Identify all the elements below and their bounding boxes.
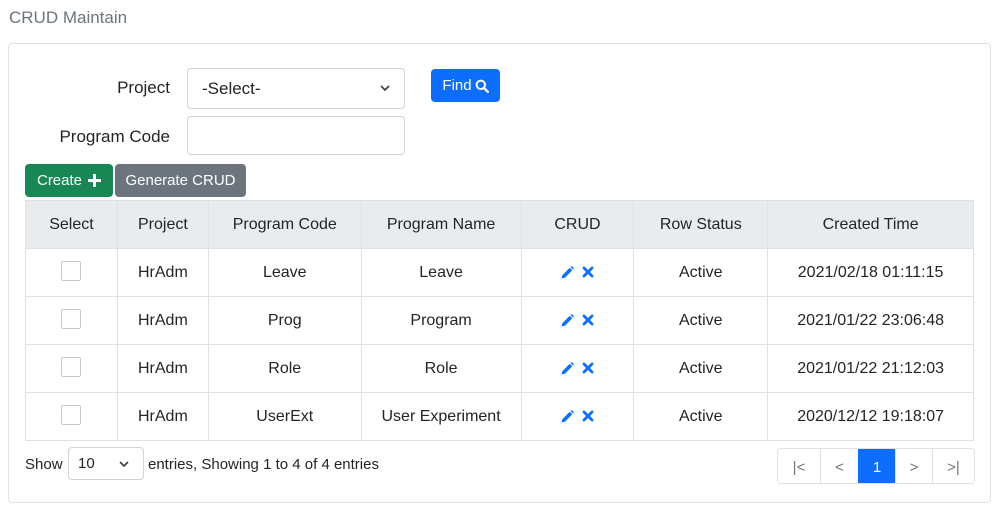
program-code-cell: Role — [207, 344, 362, 393]
crud-card: Project -Select- Find Program Code Creat… — [8, 43, 991, 503]
row-checkbox[interactable] — [61, 404, 82, 425]
row-checkbox[interactable] — [61, 308, 82, 329]
crud-actions-cell — [520, 248, 635, 297]
program-code-input[interactable] — [187, 116, 405, 155]
column-header-program-name[interactable]: Program Name — [360, 200, 522, 249]
prev-page-button[interactable]: < — [820, 449, 858, 483]
column-header-crud[interactable]: CRUD — [520, 200, 635, 249]
generate-crud-button[interactable]: Generate CRUD — [115, 164, 246, 197]
project-cell: HrAdm — [116, 248, 209, 297]
pagination: |< < 1 > >| — [777, 448, 975, 484]
column-header-project[interactable]: Project — [116, 200, 209, 249]
project-cell: HrAdm — [116, 296, 209, 345]
next-page-button[interactable]: > — [895, 449, 932, 483]
find-button-label: Find — [442, 77, 472, 94]
table-row: HrAdm UserExt User Experiment Active 202… — [25, 392, 974, 441]
column-header-created-time[interactable]: Created Time — [767, 200, 974, 249]
crud-table: Select Project Program Code Program Name… — [25, 200, 974, 441]
row-checkbox[interactable] — [61, 356, 82, 377]
find-button[interactable]: Find — [431, 69, 500, 102]
project-cell: HrAdm — [116, 392, 209, 441]
row-checkbox[interactable] — [61, 260, 82, 281]
entries-info: entries, Showing 1 to 4 of 4 entries — [148, 456, 379, 473]
generate-crud-button-label: Generate CRUD — [125, 172, 236, 189]
created-time-cell: 2020/12/12 19:18:07 — [767, 392, 974, 441]
pencil-icon[interactable] — [561, 313, 574, 327]
column-header-program-code[interactable]: Program Code — [207, 200, 362, 249]
close-icon[interactable] — [582, 362, 594, 374]
row-status-cell: Active — [633, 344, 769, 393]
project-select[interactable]: -Select- — [187, 68, 405, 109]
select-cell — [25, 248, 118, 297]
program-code-cell: Leave — [207, 248, 362, 297]
created-time-cell: 2021/02/18 01:11:15 — [767, 248, 974, 297]
plus-icon — [88, 174, 102, 187]
program-name-cell: Role — [360, 344, 522, 393]
column-header-select[interactable]: Select — [25, 200, 118, 249]
row-status-cell: Active — [633, 392, 769, 441]
page-button-current[interactable]: 1 — [858, 449, 895, 483]
created-time-cell: 2021/01/22 21:12:03 — [767, 344, 974, 393]
page-title: CRUD Maintain — [9, 8, 128, 27]
column-header-row-status[interactable]: Row Status — [633, 200, 769, 249]
table-row: HrAdm Prog Program Active 2021/01/22 23:… — [25, 296, 974, 345]
created-time-cell: 2021/01/22 23:06:48 — [767, 296, 974, 345]
pencil-icon[interactable] — [561, 409, 574, 423]
table-row: HrAdm Leave Leave Active 2021/02/18 01:1… — [25, 248, 974, 297]
row-status-cell: Active — [633, 248, 769, 297]
project-cell: HrAdm — [116, 344, 209, 393]
program-name-cell: Leave — [360, 248, 522, 297]
page-size-value: 10 — [78, 455, 95, 472]
program-name-cell: User Experiment — [360, 392, 522, 441]
crud-actions-cell — [520, 392, 635, 441]
last-page-button[interactable]: >| — [932, 449, 974, 483]
first-page-button[interactable]: |< — [778, 449, 820, 483]
search-icon — [475, 79, 489, 93]
project-label: Project — [117, 78, 170, 97]
close-icon[interactable] — [582, 410, 594, 422]
show-label: Show — [25, 456, 63, 473]
select-cell — [25, 344, 118, 393]
table-row: HrAdm Role Role Active 2021/01/22 21:12:… — [25, 344, 974, 393]
create-button-label: Create — [36, 172, 83, 189]
pencil-icon[interactable] — [561, 265, 574, 279]
close-icon[interactable] — [582, 266, 594, 278]
chevron-down-icon — [119, 461, 129, 468]
close-icon[interactable] — [582, 314, 594, 326]
table-header-row: Select Project Program Code Program Name… — [25, 200, 974, 249]
crud-actions-cell — [520, 344, 635, 393]
select-cell — [25, 392, 118, 441]
pencil-icon[interactable] — [561, 361, 574, 375]
create-button[interactable]: Create — [25, 164, 113, 197]
chevron-down-icon — [380, 85, 390, 92]
page-size-select[interactable]: 10 — [68, 447, 144, 480]
row-status-cell: Active — [633, 296, 769, 345]
program-code-cell: Prog — [207, 296, 362, 345]
program-name-cell: Program — [360, 296, 522, 345]
select-cell — [25, 296, 118, 345]
crud-actions-cell — [520, 296, 635, 345]
program-code-cell: UserExt — [207, 392, 362, 441]
project-select-value: -Select- — [202, 79, 261, 98]
program-code-label: Program Code — [59, 127, 170, 146]
